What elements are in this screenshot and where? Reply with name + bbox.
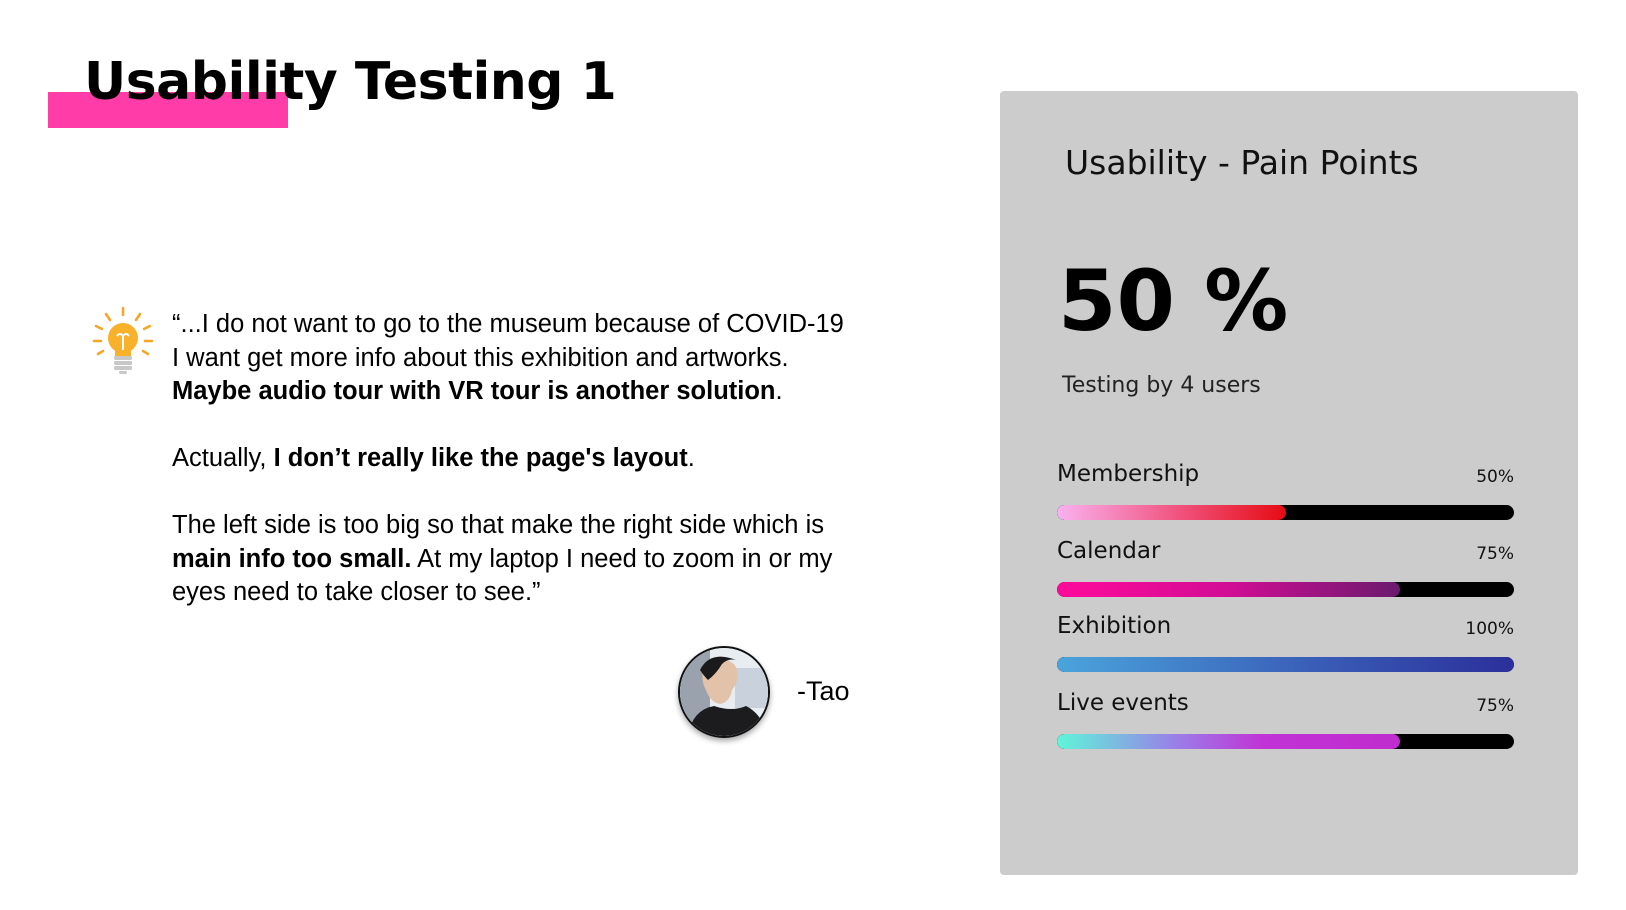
quote-line: The left side is too big so that make th… xyxy=(172,511,824,539)
lightbulb-icon xyxy=(92,306,154,376)
quote-paragraph-1: “...I do not want to go to the museum be… xyxy=(172,308,912,409)
progress-bar-fill xyxy=(1057,734,1400,749)
bar-label: Membership xyxy=(1057,461,1200,487)
bar-row-exhibition: Exhibition 100% xyxy=(1057,613,1514,679)
quote-line: eyes need to take closer to see.” xyxy=(172,578,541,606)
quote-text: Actually, xyxy=(172,444,274,472)
bar-row-membership: Membership 50% xyxy=(1057,461,1514,527)
progress-bar-fill xyxy=(1057,582,1400,597)
quote-bold-text: main info too small. xyxy=(172,544,412,573)
quote-line: I want get more info about this exhibiti… xyxy=(172,343,789,372)
page-title: Usability Testing 1 xyxy=(84,52,617,112)
quote-text: . xyxy=(687,444,695,472)
bar-label: Exhibition xyxy=(1057,613,1172,639)
bar-row-calendar: Calendar 75% xyxy=(1057,538,1514,604)
progress-bar xyxy=(1057,582,1514,597)
progress-bar xyxy=(1057,734,1514,749)
quote-bold-text: Maybe audio tour with VR tour is another… xyxy=(172,377,776,405)
bar-value: 100% xyxy=(1465,619,1514,639)
title-block: Usability Testing 1 xyxy=(48,52,617,132)
quote-author: -Tao xyxy=(797,676,850,706)
progress-bar-fill xyxy=(1057,657,1514,672)
quote-paragraph-2: Actually, I don’t really like the page's… xyxy=(172,442,912,476)
avatar xyxy=(678,646,770,738)
bar-label: Calendar xyxy=(1057,538,1161,564)
bar-value: 75% xyxy=(1476,544,1514,564)
quote-text: At my laptop I need to zoom in or my xyxy=(411,544,833,573)
bar-value: 75% xyxy=(1476,696,1514,716)
progress-bar xyxy=(1057,505,1514,520)
quote-text: . xyxy=(775,377,783,405)
card-title: Usability - Pain Points xyxy=(1065,143,1419,182)
user-quote: “...I do not want to go to the museum be… xyxy=(172,308,912,610)
progress-bar xyxy=(1057,657,1514,672)
quote-paragraph-3: The left side is too big so that make th… xyxy=(172,509,912,610)
stat-caption: Testing by 4 users xyxy=(1062,373,1261,398)
progress-bar-fill xyxy=(1057,505,1286,520)
big-stat: 50 % xyxy=(1058,252,1289,350)
bar-value: 50% xyxy=(1476,467,1514,487)
pain-points-card: Usability - Pain Points 50 % Testing by … xyxy=(1000,91,1578,875)
bar-label: Live events xyxy=(1057,690,1189,716)
quote-line: “...I do not want to go to the museum be… xyxy=(172,310,844,338)
quote-bold-text: I don’t really like the page's layout xyxy=(273,444,688,472)
bar-row-live-events: Live events 75% xyxy=(1057,690,1514,756)
